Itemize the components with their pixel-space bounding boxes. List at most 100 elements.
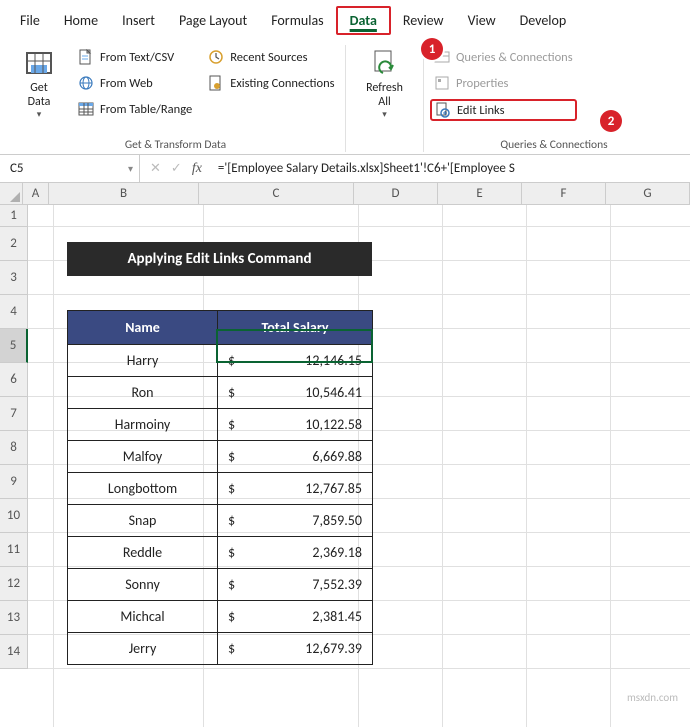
col-header-D[interactable]: D [354,183,438,205]
chevron-down-icon[interactable]: ▾ [128,162,133,175]
embedded-table: Applying Edit Links Command NameTotal Sa… [67,242,373,665]
salary-cell[interactable]: $6,669.88 [218,441,373,473]
menu-view[interactable]: View [456,8,508,33]
menu-formulas[interactable]: Formulas [259,8,335,33]
properties-button[interactable]: Properties [430,73,577,93]
table-row: Snap$7,859.50 [68,505,373,537]
col-header-G[interactable]: G [606,183,690,205]
group-label-2: Queries & Connections [430,136,678,152]
select-all-button[interactable] [0,183,23,205]
ribbon: Get Data ▾ From Text/CSV From Web From T… [0,39,690,155]
table-row: Harry$12,146.15 [68,345,373,377]
name-cell[interactable]: Reddle [68,537,218,569]
row-header-12[interactable]: 12 [0,567,28,601]
salary-cell[interactable]: $10,122.58 [218,409,373,441]
fx-icon[interactable]: fx [192,161,202,177]
name-cell[interactable]: Michcal [68,601,218,633]
table-row: Longbottom$12,767.85 [68,473,373,505]
edit-links-icon [435,102,451,118]
globe-icon [78,75,94,91]
table-row: Ron$10,546.41 [68,377,373,409]
file-link-icon [208,75,224,91]
column-headers: ABCDEFG [23,183,690,205]
name-cell[interactable]: Longbottom [68,473,218,505]
watermark: msxdn.com [627,691,678,704]
col-header-F[interactable]: F [522,183,606,205]
salary-cell[interactable]: $7,552.39 [218,569,373,601]
formula-bar: C5 ▾ ✕ ✓ fx ='[Employee Salary Details.x… [0,155,690,183]
salary-cell[interactable]: $7,859.50 [218,505,373,537]
menu-develop[interactable]: Develop [508,8,579,33]
row-header-13[interactable]: 13 [0,601,28,635]
get-data-label: Get Data [28,81,51,109]
row-header-8[interactable]: 8 [0,431,28,465]
row-header-4[interactable]: 4 [0,295,28,329]
annotation-1: 1 [421,38,443,60]
menu-page-layout[interactable]: Page Layout [167,8,259,33]
table-icon [78,101,94,117]
row-header-11[interactable]: 11 [0,533,28,567]
salary-cell[interactable]: $2,369.18 [218,537,373,569]
from-text-csv-button[interactable]: From Text/CSV [74,47,196,67]
existing-connections-button[interactable]: Existing Connections [204,73,338,93]
from-table-range-button[interactable]: From Table/Range [74,99,196,119]
col-header-C[interactable]: C [199,183,354,205]
row-header-9[interactable]: 9 [0,465,28,499]
col-header-B[interactable]: B [49,183,199,205]
salary-cell[interactable]: $12,146.15 [218,345,373,377]
menu-review[interactable]: Review [391,8,456,33]
grid: ABCDEFG 1234567891011121314 Applying Edi… [0,183,690,727]
queries-connections-button[interactable]: Queries & Connections [430,47,577,67]
row-header-7[interactable]: 7 [0,397,28,431]
name-cell[interactable]: Sonny [68,569,218,601]
menu-home[interactable]: Home [52,8,110,33]
name-cell[interactable]: Harmoiny [68,409,218,441]
col-header-A[interactable]: A [23,183,49,205]
menu-insert[interactable]: Insert [110,8,167,33]
refresh-all-button[interactable]: Refresh All ▾ [358,45,412,120]
name-box[interactable]: C5 ▾ [0,155,140,182]
edit-links-button[interactable]: Edit Links [430,99,577,121]
table-header: Name [68,311,218,345]
group-label-1: Get & Transform Data [12,136,339,152]
row-header-2[interactable]: 2 [0,227,28,261]
enter-formula-icon[interactable]: ✓ [171,161,182,176]
refresh-icon [369,47,401,79]
salary-cell[interactable]: $12,679.39 [218,633,373,665]
grid-body[interactable]: Applying Edit Links Command NameTotal Sa… [28,205,690,727]
table-row: Sonny$7,552.39 [68,569,373,601]
row-header-1[interactable]: 1 [0,205,28,227]
name-cell[interactable]: Ron [68,377,218,409]
clock-icon [208,49,224,65]
refresh-all-label: Refresh All [366,81,403,109]
salary-cell[interactable]: $12,767.85 [218,473,373,505]
name-cell[interactable]: Jerry [68,633,218,665]
table-row: Jerry$12,679.39 [68,633,373,665]
salary-cell[interactable]: $2,381.45 [218,601,373,633]
menu-bar: FileHomeInsertPage LayoutFormulasDataRev… [0,0,690,39]
get-data-button[interactable]: Get Data ▾ [12,45,66,120]
row-header-3[interactable]: 3 [0,261,28,295]
cancel-formula-icon[interactable]: ✕ [150,161,161,176]
file-text-icon [78,49,94,65]
row-header-5[interactable]: 5 [0,329,28,363]
row-header-14[interactable]: 14 [0,635,28,669]
properties-icon [434,75,450,91]
salary-cell[interactable]: $10,546.41 [218,377,373,409]
database-icon [23,47,55,79]
table-row: Reddle$2,369.18 [68,537,373,569]
menu-data[interactable]: Data [336,6,391,35]
menu-file[interactable]: File [8,8,52,33]
from-web-button[interactable]: From Web [74,73,196,93]
name-cell[interactable]: Snap [68,505,218,537]
annotation-2: 2 [600,110,622,132]
row-header-10[interactable]: 10 [0,499,28,533]
name-cell[interactable]: Malfoy [68,441,218,473]
row-header-6[interactable]: 6 [0,363,28,397]
col-header-E[interactable]: E [438,183,522,205]
recent-sources-button[interactable]: Recent Sources [204,47,338,67]
table-row: Michcal$2,381.45 [68,601,373,633]
row-headers: 1234567891011121314 [0,205,28,727]
name-cell[interactable]: Harry [68,345,218,377]
formula-input[interactable]: ='[Employee Salary Details.xlsx]Sheet1'!… [212,161,690,176]
